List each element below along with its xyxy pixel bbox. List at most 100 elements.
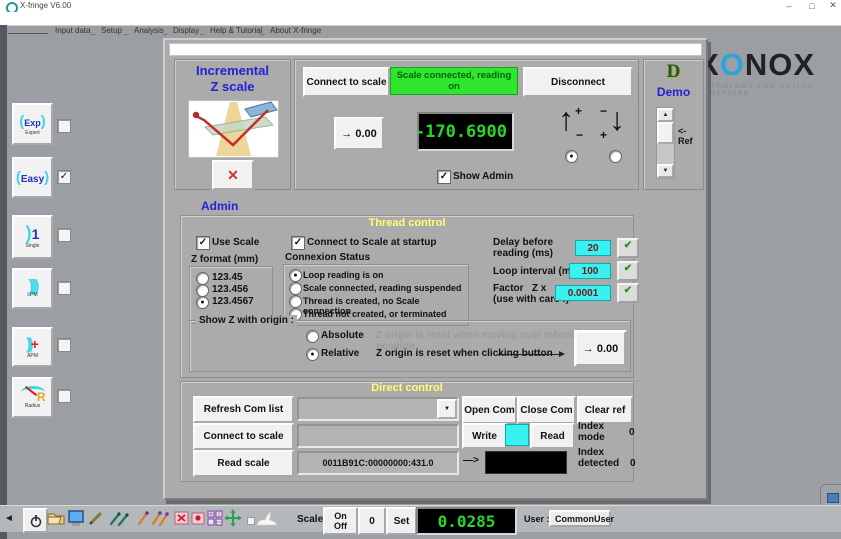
menu-separator: _ bbox=[163, 26, 167, 35]
relative-zero-button[interactable]: → 0.00 bbox=[574, 330, 627, 367]
refresh-com-list-button[interactable]: Refresh Com list bbox=[193, 396, 294, 423]
menu-help-tutorial[interactable]: Help & Tutorial bbox=[210, 26, 262, 35]
radius-checkbox[interactable] bbox=[57, 389, 71, 403]
sidebar-button-radius[interactable]: R Radius bbox=[12, 377, 53, 418]
grid-icon[interactable] bbox=[205, 508, 225, 528]
status-thread-created-radio[interactable] bbox=[289, 295, 302, 308]
z-format-radio-1234567[interactable]: ● bbox=[196, 296, 209, 309]
write-value-field[interactable] bbox=[505, 424, 529, 446]
easy-checkbox[interactable]: ✓ bbox=[57, 170, 71, 184]
disconnect-button[interactable]: Disconnect bbox=[523, 67, 633, 97]
orange-dart-icon[interactable] bbox=[136, 508, 150, 528]
scale-status-badge: Scale connected, reading on bbox=[390, 67, 518, 95]
minimize-button[interactable]: – bbox=[781, 0, 797, 11]
com-port-dropdown[interactable]: ▼ bbox=[297, 397, 459, 421]
index-mode-value: 0 bbox=[629, 427, 635, 438]
expert-checkbox[interactable] bbox=[57, 119, 71, 133]
use-scale-label: Use Scale bbox=[212, 237, 259, 248]
delay-apply-button[interactable]: ✔ bbox=[617, 238, 639, 258]
user-field[interactable]: CommonUser bbox=[549, 510, 611, 527]
dropdown-arrow-icon[interactable]: ▼ bbox=[437, 399, 457, 419]
factor-apply-button[interactable]: ✔ bbox=[617, 283, 639, 303]
left-edge-strip bbox=[0, 25, 7, 539]
menu-separator: _ bbox=[124, 26, 128, 35]
move-arrows-icon[interactable] bbox=[223, 508, 243, 528]
rabbit-icon[interactable] bbox=[255, 508, 279, 528]
menu-analysis[interactable]: Analysis bbox=[134, 26, 164, 35]
close-button[interactable]: ✕ bbox=[825, 0, 841, 11]
relative-label: Relative bbox=[321, 348, 359, 359]
sidebar-button-expert[interactable]: (Exp) Expert bbox=[12, 103, 53, 145]
sidebar-button-easy[interactable]: (Easy) bbox=[12, 157, 53, 198]
direction-up-radio[interactable]: ● bbox=[565, 150, 578, 163]
demo-scrollbar[interactable]: ▲ ▼ bbox=[656, 107, 675, 179]
read-button[interactable]: Read bbox=[530, 423, 575, 449]
factor-field[interactable]: 0.0001 bbox=[555, 285, 611, 301]
panel-title-line2: Z scale bbox=[175, 79, 290, 94]
menu-display[interactable]: Display bbox=[173, 26, 199, 35]
sidebar-button-apm[interactable]: ))+ APM bbox=[12, 327, 53, 367]
power-button[interactable] bbox=[23, 508, 48, 533]
show-admin-checkbox[interactable]: ✓ bbox=[437, 170, 451, 184]
sidebar-caption: Single bbox=[26, 244, 40, 249]
direct-connect-to-scale-button[interactable]: Connect to scale bbox=[193, 423, 294, 450]
scale-on-off-button[interactable]: OnOff bbox=[323, 507, 358, 535]
status-suspended-radio[interactable] bbox=[289, 282, 302, 295]
loop-interval-field[interactable]: 100 bbox=[569, 263, 611, 279]
scale-set-button[interactable]: Set bbox=[386, 507, 417, 535]
sidebar-button-single[interactable]: )1 Single bbox=[12, 215, 53, 259]
pencil-icon[interactable] bbox=[86, 508, 106, 528]
scroll-down-button[interactable]: ▼ bbox=[657, 164, 674, 178]
collapse-toolbar-arrow[interactable]: ◄ bbox=[4, 513, 14, 524]
menu-setup[interactable]: Setup bbox=[101, 26, 122, 35]
monitor-icon[interactable] bbox=[66, 508, 86, 528]
bottom-toolbar: ◄ bbox=[0, 505, 841, 532]
x-fringe-window: X-fringe V6.00 – □ ✕ Input data _ Setup … bbox=[0, 0, 841, 539]
delay-field[interactable]: 20 bbox=[575, 240, 611, 256]
menu-input-data[interactable]: Input data bbox=[55, 26, 91, 35]
pointer-line bbox=[497, 354, 559, 355]
status-loop-on-radio[interactable]: ● bbox=[289, 269, 302, 282]
open-com-button[interactable]: Open Com bbox=[462, 396, 517, 424]
maximize-button[interactable]: □ bbox=[804, 0, 820, 11]
close-com-button[interactable]: Close Com bbox=[517, 396, 576, 424]
index-mode-label: Index mode bbox=[578, 421, 605, 443]
clear-ref-button[interactable]: Clear ref bbox=[577, 396, 633, 424]
relative-radio[interactable]: ● bbox=[306, 348, 319, 361]
green-darts-icon[interactable] bbox=[108, 508, 134, 528]
triple-lens-icon: ))) bbox=[29, 279, 37, 293]
apm-checkbox[interactable] bbox=[57, 338, 71, 352]
panel-close-button[interactable]: ✕ bbox=[212, 160, 254, 190]
show-z-origin-label: Show Z with origin : bbox=[196, 315, 297, 326]
show-admin-label: Show Admin bbox=[453, 171, 513, 182]
single-checkbox[interactable] bbox=[57, 228, 71, 242]
read-scale-button[interactable]: Read scale bbox=[193, 450, 294, 477]
connect-to-scale-button[interactable]: Connect to scale bbox=[303, 67, 390, 97]
write-button[interactable]: Write bbox=[462, 423, 507, 449]
open-folder-icon[interactable] bbox=[46, 508, 66, 528]
incremental-z-scale-dialog: Incremental Z scale ✕ Connect to scale S… bbox=[163, 38, 708, 500]
thread-control-group: Thread control ✓ Use Scale ✓ Connect to … bbox=[180, 215, 634, 378]
demo-label: Demo bbox=[644, 85, 703, 99]
window-title: X-fringe V6.00 bbox=[20, 1, 71, 10]
loop-apply-button[interactable]: ✔ bbox=[617, 261, 639, 281]
xonox-logo-text: XONOX bbox=[698, 47, 838, 83]
lens-bracket-icon: ) bbox=[41, 113, 46, 130]
lpm-checkbox[interactable] bbox=[57, 281, 71, 295]
menu-about[interactable]: About X-fringe bbox=[270, 26, 321, 35]
reset-zero-button[interactable]: → 0.00 bbox=[334, 117, 384, 150]
ref-label: <- Ref bbox=[678, 126, 693, 146]
direction-down-radio[interactable] bbox=[609, 150, 622, 163]
thread-control-title: Thread control bbox=[181, 217, 633, 229]
scroll-up-button[interactable]: ▲ bbox=[657, 108, 674, 122]
scrollbar-thumb[interactable] bbox=[657, 122, 674, 144]
absolute-radio[interactable] bbox=[306, 330, 319, 343]
scale-zero-button[interactable]: 0 bbox=[358, 507, 386, 535]
command-input-field[interactable] bbox=[297, 424, 459, 448]
use-scale-checkbox[interactable]: ✓ bbox=[196, 236, 210, 250]
sidebar-button-lpm[interactable]: ))) LPM bbox=[12, 268, 53, 309]
marker-icon[interactable] bbox=[247, 517, 255, 525]
orange-darts-icon[interactable] bbox=[150, 508, 172, 528]
direction-up-icon: ↑ + − bbox=[558, 104, 588, 146]
connect-at-startup-checkbox[interactable]: ✓ bbox=[291, 236, 305, 250]
